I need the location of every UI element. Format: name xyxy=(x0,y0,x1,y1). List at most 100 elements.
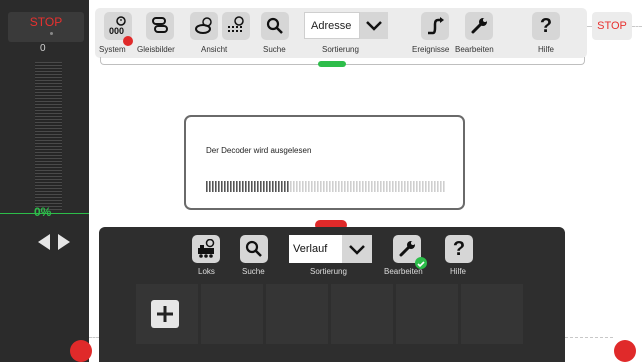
progress-tick-empty xyxy=(407,181,409,192)
loco-suche-button[interactable] xyxy=(240,235,268,263)
progress-tick-filled xyxy=(275,181,277,192)
sortierung-label: Sortierung xyxy=(322,45,359,54)
progress-tick-empty xyxy=(434,181,436,192)
loco-function-icon-left[interactable] xyxy=(70,340,92,362)
progress-tick-empty xyxy=(290,181,292,192)
stop-button-left[interactable]: STOP xyxy=(8,12,84,42)
view-icon xyxy=(195,17,212,34)
progress-tick-empty xyxy=(380,181,382,192)
loco-hilfe-label: Hilfe xyxy=(450,267,467,276)
speed-control-panel: STOP 0 0% xyxy=(0,0,92,362)
grid-view-icon xyxy=(228,16,244,32)
ansicht-button-2[interactable] xyxy=(222,12,250,40)
divider xyxy=(632,26,642,27)
gleisbilder-label: Gleisbilder xyxy=(137,45,175,54)
progress-tick-filled xyxy=(218,181,220,192)
ereignisse-button[interactable] xyxy=(421,12,449,40)
loco-function-icon-right[interactable] xyxy=(614,340,636,362)
gleisbilder-button[interactable] xyxy=(146,12,174,40)
chevron-down-icon xyxy=(366,21,382,31)
sort-dropdown-button[interactable] xyxy=(360,12,388,39)
progress-tick-empty xyxy=(422,181,424,192)
progress-tick-empty xyxy=(314,181,316,192)
bearbeiten-label: Bearbeiten xyxy=(455,45,494,54)
loco-hilfe-button[interactable]: ? xyxy=(445,235,473,263)
progress-tick-filled xyxy=(269,181,271,192)
loco-slot[interactable] xyxy=(461,284,523,344)
progress-tick-empty xyxy=(398,181,400,192)
speed-slider[interactable] xyxy=(35,62,62,210)
progress-tick-filled xyxy=(281,181,283,192)
loco-slot[interactable] xyxy=(266,284,328,344)
progress-tick-empty xyxy=(347,181,349,192)
stop-button-right[interactable]: STOP xyxy=(592,12,632,40)
chevron-down-icon xyxy=(349,245,365,255)
progress-tick-empty xyxy=(332,181,334,192)
progress-tick-empty xyxy=(389,181,391,192)
progress-tick-filled xyxy=(257,181,259,192)
progress-tick-empty xyxy=(353,181,355,192)
progress-tick-empty xyxy=(335,181,337,192)
progress-tick-empty xyxy=(437,181,439,192)
progress-tick-empty xyxy=(419,181,421,192)
progress-tick-filled xyxy=(239,181,241,192)
progress-tick-empty xyxy=(326,181,328,192)
progress-tick-empty xyxy=(410,181,412,192)
divider xyxy=(587,26,592,27)
loco-sort-dropdown-button[interactable] xyxy=(342,235,372,263)
speed-percent: 0% xyxy=(34,205,52,219)
locomotive-icon xyxy=(198,239,215,258)
progress-tick-empty xyxy=(395,181,397,192)
progress-tick-empty xyxy=(377,181,379,192)
progress-tick-empty xyxy=(350,181,352,192)
wrench-icon xyxy=(471,18,487,34)
progress-tick-filled xyxy=(245,181,247,192)
add-loco-button[interactable] xyxy=(151,300,179,328)
progress-tick-filled xyxy=(287,181,289,192)
progress-tick-filled xyxy=(251,181,253,192)
loco-slot[interactable] xyxy=(201,284,263,344)
progress-tick-empty xyxy=(341,181,343,192)
progress-tick-empty xyxy=(425,181,427,192)
suche-label: Suche xyxy=(263,45,286,54)
progress-tick-empty xyxy=(302,181,304,192)
progress-tick-filled xyxy=(215,181,217,192)
wrench-icon xyxy=(399,241,415,257)
help-icon: ? xyxy=(452,237,466,260)
bearbeiten-button[interactable] xyxy=(465,12,493,40)
progress-tick-empty xyxy=(431,181,433,192)
progress-tick-empty xyxy=(416,181,418,192)
toolbar-drag-handle[interactable] xyxy=(318,61,346,67)
sort-select[interactable]: Adresse xyxy=(304,12,360,39)
progress-tick-filled xyxy=(221,181,223,192)
direction-toggle-icon[interactable] xyxy=(38,234,70,250)
progress-tick-empty xyxy=(356,181,358,192)
progress-tick-empty xyxy=(413,181,415,192)
main-toolbar: 000 System Gleisbilder Ansicht Suche Adr… xyxy=(95,8,587,58)
hilfe-label: Hilfe xyxy=(538,45,555,54)
progress-tick-filled xyxy=(230,181,232,192)
suche-button[interactable] xyxy=(261,12,289,40)
loco-slot[interactable] xyxy=(331,284,393,344)
progress-tick-empty xyxy=(365,181,367,192)
loks-button[interactable] xyxy=(192,235,220,263)
loco-list-panel: Loks Suche Verlauf Sortierung Bearbeiten… xyxy=(99,227,565,362)
progress-tick-empty xyxy=(323,181,325,192)
search-icon xyxy=(245,240,262,257)
progress-tick-filled xyxy=(254,181,256,192)
progress-tick-filled xyxy=(263,181,265,192)
loco-slot[interactable] xyxy=(396,284,458,344)
progress-tick-filled xyxy=(206,181,208,192)
progress-tick-empty xyxy=(299,181,301,192)
progress-tick-empty xyxy=(362,181,364,192)
progress-tick-filled xyxy=(278,181,280,192)
search-icon xyxy=(266,17,283,34)
progress-tick-filled xyxy=(248,181,250,192)
loco-suche-label: Suche xyxy=(242,267,265,276)
clock-decoder-icon: 000 xyxy=(109,16,126,36)
hilfe-button[interactable]: ? xyxy=(532,12,560,40)
progress-tick-empty xyxy=(293,181,295,192)
ansicht-button-1[interactable] xyxy=(190,12,218,40)
progress-tick-empty xyxy=(311,181,313,192)
loco-sort-select[interactable]: Verlauf xyxy=(289,235,342,263)
